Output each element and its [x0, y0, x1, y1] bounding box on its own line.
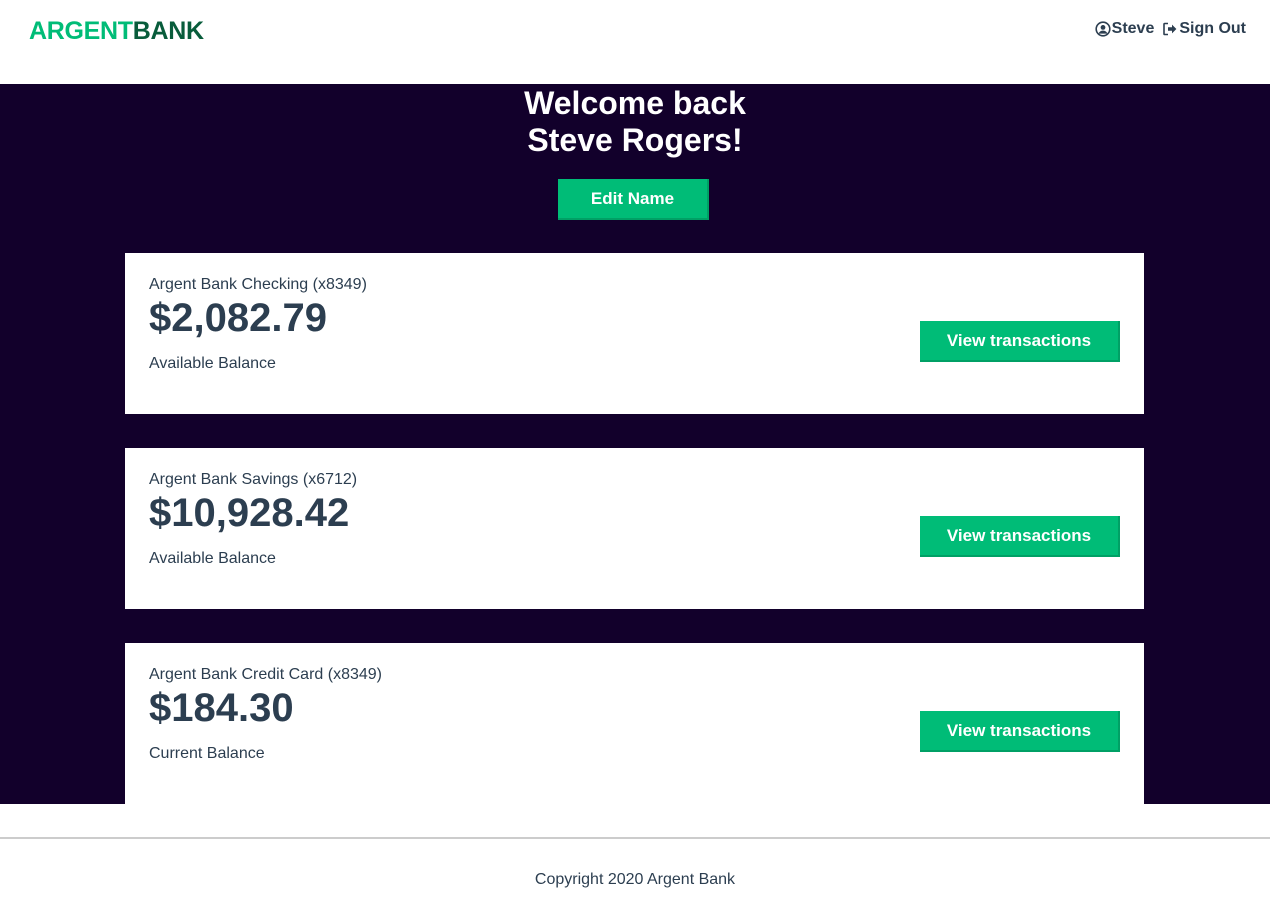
welcome-line-1: Welcome back: [524, 85, 746, 121]
logo-text-bank: BANK: [132, 17, 204, 45]
account-amount-description: Available Balance: [149, 355, 276, 372]
account-card-credit: Argent Bank Credit Card (x8349) $184.30 …: [125, 643, 1144, 804]
account-amount: $184.30: [149, 686, 294, 730]
welcome-user-name: Steve Rogers!: [527, 122, 743, 158]
account-title: Argent Bank Credit Card (x8349): [149, 666, 382, 683]
welcome-header: Welcome back Steve Rogers!: [0, 84, 1270, 159]
copyright-text: Copyright 2020 Argent Bank: [534, 871, 736, 888]
nav-user-menu: Steve Sign Out: [1095, 19, 1246, 39]
account-card-savings: Argent Bank Savings (x6712) $10,928.42 A…: [125, 448, 1144, 609]
user-circle-icon: [1095, 21, 1111, 37]
user-profile-link[interactable]: Steve: [1095, 19, 1155, 39]
argent-bank-logo[interactable]: ARGENTBANK: [29, 16, 204, 46]
main-nav: ARGENTBANK Steve Sign Out: [0, 0, 1270, 84]
account-title: Argent Bank Checking (x8349): [149, 276, 367, 293]
main-content: Welcome back Steve Rogers! Edit Name Arg…: [0, 84, 1270, 804]
footer: Copyright 2020 Argent Bank: [0, 837, 1270, 902]
edit-name-button[interactable]: Edit Name: [558, 179, 709, 220]
account-amount-description: Available Balance: [149, 550, 276, 567]
view-transactions-button[interactable]: View transactions: [920, 711, 1120, 752]
user-name-label: Steve: [1111, 20, 1155, 37]
sign-out-link[interactable]: Sign Out: [1162, 19, 1246, 39]
sign-out-icon: [1162, 21, 1178, 37]
account-amount-description: Current Balance: [149, 745, 265, 762]
view-transactions-button[interactable]: View transactions: [920, 516, 1120, 557]
view-transactions-button[interactable]: View transactions: [920, 321, 1120, 362]
account-amount: $10,928.42: [149, 491, 350, 535]
sign-out-label: Sign Out: [1179, 20, 1246, 37]
account-card-checking: Argent Bank Checking (x8349) $2,082.79 A…: [125, 253, 1144, 414]
account-amount: $2,082.79: [149, 296, 327, 340]
logo-text-argent: ARGENT: [29, 17, 133, 45]
welcome-title: Welcome back Steve Rogers!: [0, 84, 1270, 159]
account-title: Argent Bank Savings (x6712): [149, 471, 358, 488]
